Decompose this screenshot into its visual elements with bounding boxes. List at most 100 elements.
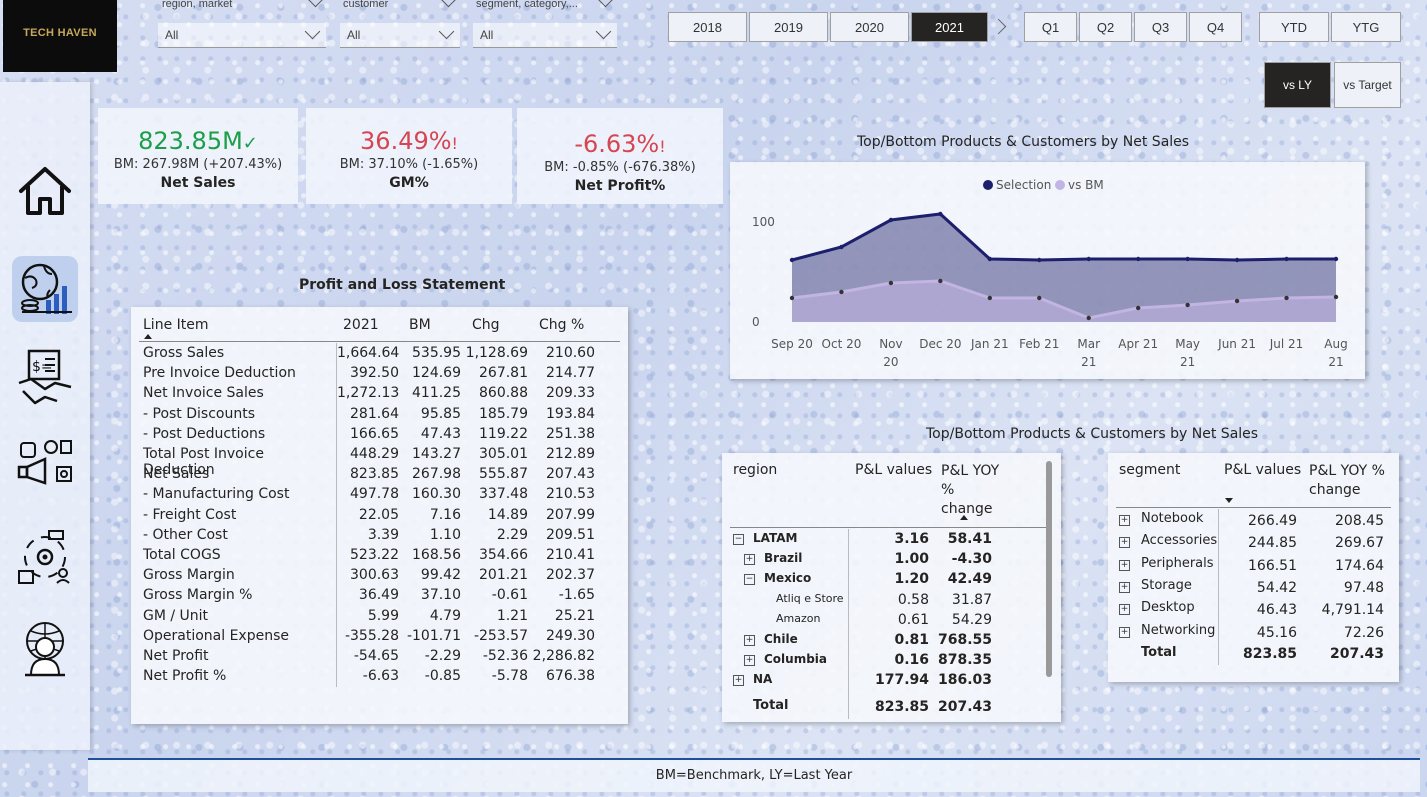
collapse-icon[interactable]: − xyxy=(733,534,744,545)
region-row-label[interactable]: Amazon xyxy=(776,612,820,625)
compare-vs-target-button[interactable]: vs Target xyxy=(1334,62,1401,108)
table-row[interactable]: - Manufacturing Cost 497.78 160.30 337.48 21… xyxy=(131,486,628,506)
home-icon[interactable] xyxy=(12,158,78,224)
expand-icon[interactable]: + xyxy=(1119,626,1130,638)
table-row[interactable]: Pre Invoice Deduction 392.50 124.69 267.81 2… xyxy=(131,365,628,385)
table-row[interactable]: Gross Margin 300.63 99.42 201.21 202.37 xyxy=(131,567,628,587)
expand-icon[interactable]: + xyxy=(1119,559,1130,571)
segment-row-label[interactable]: Accessories xyxy=(1141,533,1217,548)
region-header-label[interactable]: region xyxy=(733,462,777,478)
deal-invoice-icon[interactable]: $= xyxy=(12,344,78,410)
quarter-button-q3[interactable]: Q3 xyxy=(1134,12,1187,42)
expand-icon[interactable]: + xyxy=(744,635,755,646)
chevron-right-icon[interactable] xyxy=(990,18,1007,35)
chevron-down-icon[interactable] xyxy=(440,0,457,8)
region-total-value: 823.85 xyxy=(874,699,929,715)
year-button-2021[interactable]: 2021 xyxy=(911,12,988,42)
table-row[interactable]: Total Post Invoice Deduction 448.29 143.27… xyxy=(131,446,628,478)
pl-cell: -0.61 xyxy=(491,587,528,604)
global-finance-icon[interactable] xyxy=(12,256,78,322)
quarter-button-q4[interactable]: Q4 xyxy=(1189,12,1242,42)
segment-header-values[interactable]: P&L values xyxy=(1224,462,1301,478)
table-row[interactable]: Gross Sales 1,664.64 535.95 1,128.69 210.60 xyxy=(131,345,628,365)
table-row[interactable]: Net Invoice Sales 1,272.13 411.25 860.88 209… xyxy=(131,385,628,405)
pl-cell: 168.56 xyxy=(412,547,461,563)
table-row[interactable]: Net Profit -54.65 -2.29 -52.36 2,286.82 xyxy=(131,648,628,668)
expand-icon[interactable]: + xyxy=(1119,581,1130,593)
region-row-label[interactable]: Chile xyxy=(764,632,798,646)
region-row-label[interactable]: NA xyxy=(753,672,772,686)
table-row[interactable]: - Post Deductions 166.65 47.43 119.22 251.38 xyxy=(131,426,628,446)
table-row[interactable]: Net Sales 823.85 267.98 555.87 207.43 xyxy=(131,466,628,486)
quarter-button-q2[interactable]: Q2 xyxy=(1079,12,1132,42)
supply-chain-icon[interactable] xyxy=(12,524,78,590)
pl-cell: 4.79 xyxy=(429,607,461,624)
period-button-ytd[interactable]: YTD xyxy=(1259,12,1329,42)
pl-cell: 209.51 xyxy=(546,526,595,543)
pl-cell: 676.38 xyxy=(546,668,595,685)
pl-cell: -54.65 xyxy=(353,648,399,664)
region-row-label[interactable]: Brazil xyxy=(764,551,802,565)
year-button-2019[interactable]: 2019 xyxy=(749,12,828,42)
sort-ascending-icon[interactable] xyxy=(960,515,968,520)
data-point xyxy=(938,278,943,284)
expand-icon[interactable]: + xyxy=(1119,515,1130,526)
table-row[interactable]: Operational Expense -355.28 -101.71 -253.57… xyxy=(131,628,628,648)
expand-icon[interactable]: + xyxy=(1119,604,1130,616)
expand-icon[interactable]: + xyxy=(744,655,755,667)
support-agent-icon[interactable] xyxy=(12,616,78,682)
segment-header-label[interactable]: segment xyxy=(1119,462,1180,478)
pl-header-chg-pct[interactable]: Chg % xyxy=(539,317,584,333)
pl-header-bm[interactable]: BM xyxy=(409,317,431,333)
year-button-2018[interactable]: 2018 xyxy=(668,12,747,42)
footer-note: BM=Benchmark, LY=Last Year xyxy=(88,758,1420,792)
slicer-segment-dropdown[interactable]: All xyxy=(473,23,617,48)
expand-icon[interactable]: + xyxy=(1119,537,1130,549)
table-row[interactable]: Net Profit % -6.63 -0.85 -5.78 676.38 xyxy=(131,668,628,688)
x-tick-label: Aug xyxy=(1324,337,1347,351)
segment-header-change[interactable]: P&L YOY % change xyxy=(1309,462,1395,500)
trend-chart-title: Top/Bottom Products & Customers by Net S… xyxy=(857,134,1190,150)
segment-row-label[interactable]: Peripherals xyxy=(1141,556,1214,571)
expand-icon[interactable]: + xyxy=(744,554,755,566)
sort-descending-icon[interactable] xyxy=(1225,498,1233,503)
year-button-2020[interactable]: 2020 xyxy=(830,12,909,42)
region-header-change[interactable]: P&L YOY % change xyxy=(941,462,1005,519)
segment-row-label[interactable]: Desktop xyxy=(1141,600,1195,615)
quarter-button-q1[interactable]: Q1 xyxy=(1024,12,1077,42)
pl-title: Profit and Loss Statement xyxy=(299,277,506,293)
table-row[interactable]: - Other Cost 3.39 1.10 2.29 209.51 xyxy=(131,527,628,547)
region-row-label[interactable]: Columbia xyxy=(764,652,827,666)
kpi-value-row: 36.49%! xyxy=(306,127,512,155)
table-row[interactable]: - Post Discounts 281.64 95.85 185.79 193.84 xyxy=(131,406,628,426)
pl-header-chg[interactable]: Chg xyxy=(472,317,500,333)
segment-row-label[interactable]: Networking xyxy=(1141,623,1215,638)
table-row[interactable]: GM / Unit 5.99 4.79 1.21 25.21 xyxy=(131,608,628,628)
segment-row-label[interactable]: Storage xyxy=(1141,578,1192,593)
pl-header-year[interactable]: 2021 xyxy=(343,317,379,333)
pl-cell: 5.99 xyxy=(367,607,399,624)
data-point xyxy=(789,257,795,263)
marketing-icon[interactable] xyxy=(12,434,78,500)
compare-vs-ly-button[interactable]: vs LY xyxy=(1264,62,1331,108)
region-row-label[interactable]: Mexico xyxy=(764,571,811,585)
pl-cell: 14.89 xyxy=(487,506,528,523)
chevron-down-icon[interactable] xyxy=(597,0,614,8)
chevron-down-icon[interactable] xyxy=(307,0,324,8)
segment-row-label[interactable]: Notebook xyxy=(1141,511,1203,526)
slicer-customer-dropdown[interactable]: All xyxy=(340,23,460,48)
region-row-label[interactable]: LATAM xyxy=(753,531,797,545)
collapse-icon[interactable]: − xyxy=(744,574,755,586)
warning-icon: ! xyxy=(659,137,666,156)
region-header-values[interactable]: P&L values xyxy=(855,462,932,478)
pl-header-line-item[interactable]: Line Item xyxy=(143,317,209,333)
slicer-region-dropdown[interactable]: All xyxy=(158,23,326,48)
period-button-ytg[interactable]: YTG xyxy=(1331,12,1401,42)
region-row-label[interactable]: Atliq e Store xyxy=(776,592,844,605)
table-row[interactable]: - Freight Cost 22.05 7.16 14.89 207.99 xyxy=(131,507,628,527)
table-row[interactable]: Gross Margin % 36.49 37.10 -0.61 -1.65 xyxy=(131,587,628,607)
sort-ascending-icon[interactable] xyxy=(144,334,152,339)
table-row[interactable]: Total COGS 523.22 168.56 354.66 210.41 xyxy=(131,547,628,567)
expand-icon[interactable]: + xyxy=(733,675,744,687)
vertical-scrollbar[interactable] xyxy=(1046,461,1052,677)
